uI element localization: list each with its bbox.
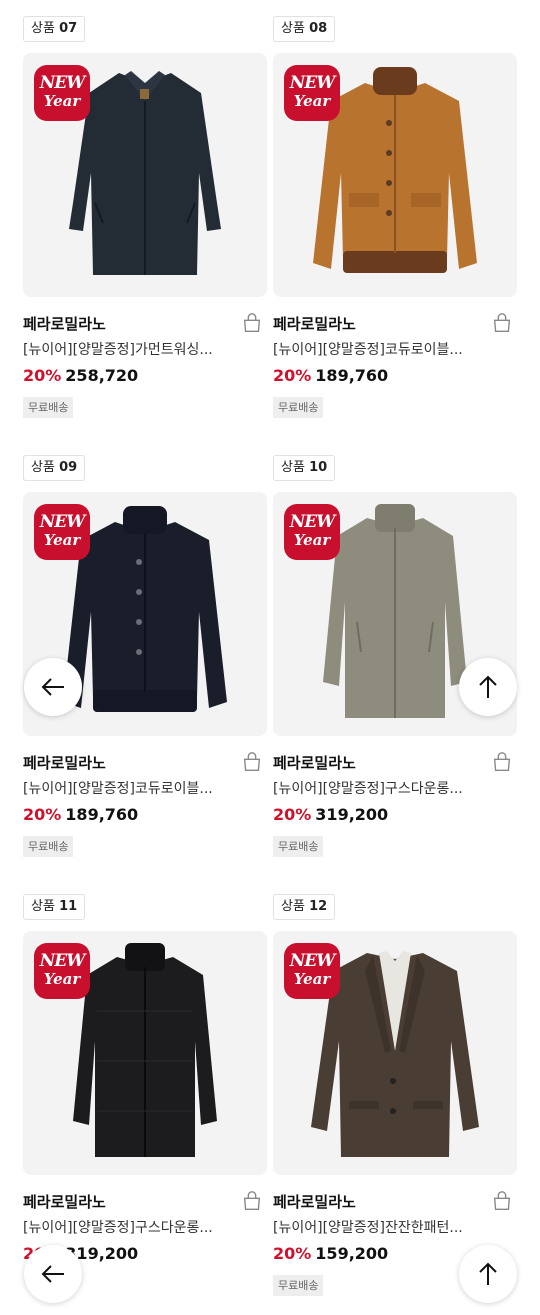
shopping-bag-icon[interactable] <box>241 751 263 773</box>
sale-price: 159,200 <box>315 1244 389 1263</box>
product-number-tag: 상품 07 <box>23 16 86 42</box>
discount-rate: 20% <box>273 805 312 824</box>
product-number-tag: 상품 10 <box>273 455 336 481</box>
arrow-up-icon <box>479 1262 497 1285</box>
product-name[interactable]: [뉴이어][양말증정]잔잔한패턴... <box>273 1217 503 1237</box>
scroll-top-button[interactable] <box>459 1245 517 1303</box>
arrow-left-icon <box>41 678 64 696</box>
product-price: 20% 189,760 <box>23 805 138 824</box>
product-name[interactable]: [뉴이어][양말증정]코듀로이블... <box>273 339 503 359</box>
discount-rate: 20% <box>23 805 62 824</box>
new-year-badge: NEW Year <box>284 65 340 121</box>
product-name[interactable]: [뉴이어][양말증정]코듀로이블... <box>23 778 253 798</box>
shopping-bag-icon[interactable] <box>491 1190 513 1212</box>
new-year-badge: NEW Year <box>284 943 340 999</box>
shopping-bag-icon[interactable] <box>491 312 513 334</box>
product-image[interactable]: NEW Year <box>273 53 517 297</box>
free-shipping-badge: 무료배송 <box>23 397 74 418</box>
new-year-badge: NEW Year <box>34 65 90 121</box>
product-image[interactable]: NEW Year <box>273 931 517 1175</box>
product-brand: 페라로밀라노 <box>23 1193 106 1211</box>
product-number-tag: 상품 08 <box>273 16 336 42</box>
sale-price: 258,720 <box>65 366 139 385</box>
product-price: 20% 159,200 <box>273 1244 388 1263</box>
product-brand: 페라로밀라노 <box>23 315 106 333</box>
product-name[interactable]: [뉴이어][양말증정]구스다운롱... <box>273 778 503 798</box>
product-image[interactable]: NEW Year <box>23 53 267 297</box>
product-name[interactable]: [뉴이어][양말증정]구스다운롱... <box>23 1217 253 1237</box>
back-button[interactable] <box>24 1245 82 1303</box>
back-button[interactable] <box>24 658 82 716</box>
new-year-badge: NEW Year <box>34 504 90 560</box>
product-price: 20% 189,760 <box>273 366 388 385</box>
sale-price: 189,760 <box>65 805 139 824</box>
free-shipping-badge: 무료배송 <box>273 1275 324 1296</box>
product-price: 20%319,200 <box>273 805 388 824</box>
product-price: 20% 258,720 <box>23 366 138 385</box>
shopping-bag-icon[interactable] <box>491 751 513 773</box>
product-brand: 페라로밀라노 <box>273 1193 356 1211</box>
product-number-tag: 상품 12 <box>273 894 336 920</box>
product-brand: 페라로밀라노 <box>23 754 106 772</box>
free-shipping-badge: 무료배송 <box>273 397 324 418</box>
arrow-up-icon <box>479 675 497 698</box>
shopping-bag-icon[interactable] <box>241 312 263 334</box>
free-shipping-badge: 무료배송 <box>273 836 324 857</box>
arrow-left-icon <box>41 1265 64 1283</box>
new-year-badge: NEW Year <box>34 943 90 999</box>
shopping-bag-icon[interactable] <box>241 1190 263 1212</box>
free-shipping-badge: 무료배송 <box>23 836 74 857</box>
product-brand: 페라로밀라노 <box>273 754 356 772</box>
product-name[interactable]: [뉴이어][양말증정]가먼트워싱... <box>23 339 253 359</box>
discount-rate: 20% <box>273 366 312 385</box>
product-number-tag: 상품 11 <box>23 894 86 920</box>
discount-rate: 20% <box>23 366 62 385</box>
product-image[interactable]: NEW Year <box>23 931 267 1175</box>
sale-price: 319,200 <box>315 805 389 824</box>
sale-price: 189,760 <box>315 366 389 385</box>
scroll-top-button[interactable] <box>459 658 517 716</box>
product-brand: 페라로밀라노 <box>273 315 356 333</box>
new-year-badge: NEW Year <box>284 504 340 560</box>
discount-rate: 20% <box>273 1244 312 1263</box>
product-number-tag: 상품 09 <box>23 455 86 481</box>
